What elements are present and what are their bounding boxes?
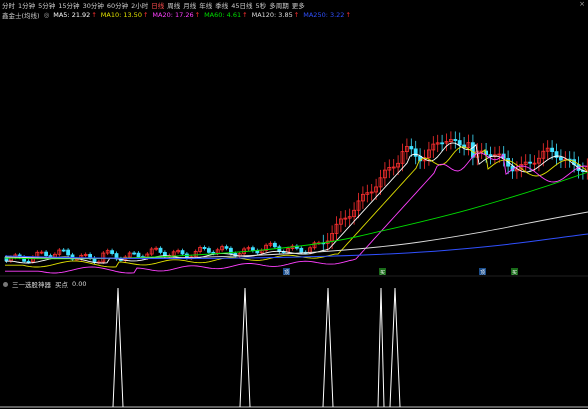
candle: [202, 247, 207, 249]
candle: [528, 161, 532, 164]
candle: [453, 139, 458, 141]
kline-chart[interactable]: 顶买顶买: [0, 0, 588, 409]
indicator-settings-icon[interactable]: [3, 281, 8, 287]
signal-marker-label: 买: [512, 269, 517, 276]
candle: [409, 146, 414, 150]
signal-marker-label: 顶: [284, 270, 289, 276]
candle: [440, 142, 445, 145]
candle: [211, 251, 216, 254]
signal-marker-label: 买: [380, 269, 385, 276]
bottom-indicator-legend: 三一选股神器 买点 0.00: [3, 279, 86, 289]
candle: [413, 148, 418, 157]
candle: [132, 252, 137, 255]
ma20-line: [5, 152, 588, 274]
candle: [180, 250, 185, 255]
candle: [470, 142, 475, 158]
candle: [206, 248, 211, 253]
signal-marker-label: 顶: [480, 270, 485, 276]
candle: [110, 250, 114, 254]
candle: [26, 260, 31, 263]
candle: [61, 249, 66, 252]
indicator-value-label: 买点: [55, 281, 68, 289]
indicator-name: 三一选股神器: [12, 281, 51, 289]
signal-spike: [389, 287, 401, 408]
candle: [550, 147, 554, 153]
candle: [44, 251, 48, 257]
candle: [272, 242, 277, 248]
candle: [158, 247, 163, 253]
signal-spike: [377, 287, 385, 408]
candle: [457, 140, 462, 146]
signal-spike: [322, 287, 334, 408]
candle: [559, 157, 563, 161]
ma10-line: [5, 146, 588, 268]
candle: [299, 247, 304, 253]
candle: [224, 246, 229, 249]
signal-spike: [112, 287, 124, 408]
candle: [66, 249, 70, 256]
candle: [250, 247, 255, 251]
indicator-value: 0.00: [72, 280, 87, 288]
signal-spike: [239, 287, 251, 408]
ma120-line: [4, 211, 588, 259]
candle: [136, 252, 141, 257]
